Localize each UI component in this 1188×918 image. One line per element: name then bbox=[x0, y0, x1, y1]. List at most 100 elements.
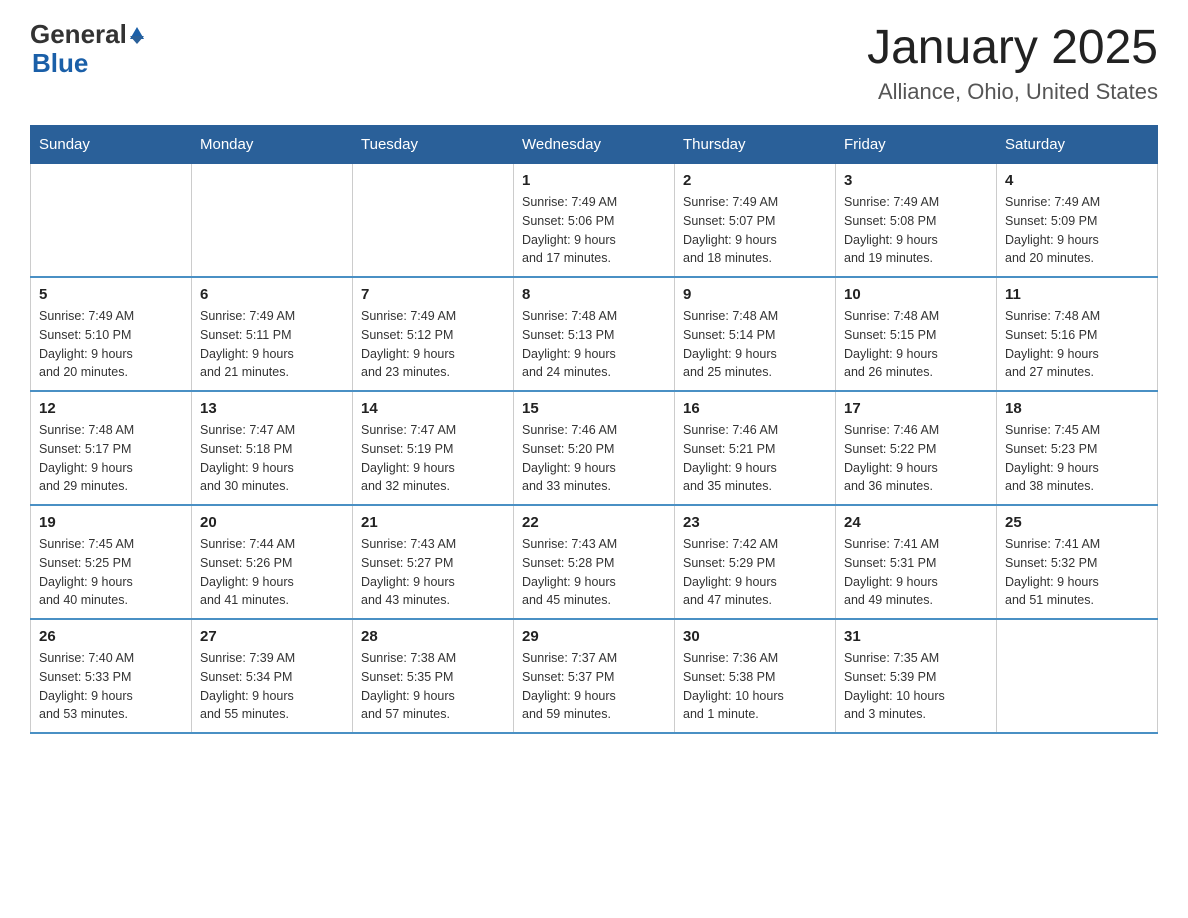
day-header-monday: Monday bbox=[192, 126, 353, 164]
day-number: 13 bbox=[200, 400, 344, 417]
calendar-cell: 10 Sunrise: 7:48 AM Sunset: 5:15 PM Dayli… bbox=[836, 277, 997, 391]
calendar-cell: 12Sunrise: 7:48 AM Sunset: 5:17 PM Dayli… bbox=[31, 391, 192, 505]
day-info: Sunrise: 7:45 AM Sunset: 5:25 PM Dayligh… bbox=[39, 535, 183, 610]
day-info: Sunrise: 7:48 AM Sunset: 5:16 PM Dayligh… bbox=[1005, 307, 1149, 382]
calendar-cell: 11 Sunrise: 7:48 AM Sunset: 5:16 PM Dayli… bbox=[997, 277, 1158, 391]
day-info: Sunrise: 7:40 AM Sunset: 5:33 PM Dayligh… bbox=[39, 649, 183, 724]
day-number: 7 bbox=[361, 286, 505, 303]
week-row-1: 1 Sunrise: 7:49 AM Sunset: 5:06 PM Daylig… bbox=[31, 164, 1158, 278]
day-header-thursday: Thursday bbox=[675, 126, 836, 164]
calendar-cell bbox=[353, 164, 514, 278]
day-number: 22 bbox=[522, 514, 666, 531]
day-info: Sunrise: 7:41 AM Sunset: 5:31 PM Dayligh… bbox=[844, 535, 988, 610]
calendar-cell: 26 Sunrise: 7:40 AM Sunset: 5:33 PM Dayli… bbox=[31, 619, 192, 733]
calendar-cell: 31 Sunrise: 7:35 AM Sunset: 5:39 PM Dayli… bbox=[836, 619, 997, 733]
day-info: Sunrise: 7:37 AM Sunset: 5:37 PM Dayligh… bbox=[522, 649, 666, 724]
logo-text-blue: Blue bbox=[32, 49, 144, 78]
day-info: Sunrise: 7:49 AM Sunset: 5:07 PM Dayligh… bbox=[683, 193, 827, 268]
day-info: Sunrise: 7:48 AM Sunset: 5:15 PM Dayligh… bbox=[844, 307, 988, 382]
day-number: 19 bbox=[39, 514, 183, 531]
logo-text-general: General bbox=[30, 20, 127, 49]
day-number: 4 bbox=[1005, 172, 1149, 189]
week-row-5: 26 Sunrise: 7:40 AM Sunset: 5:33 PM Dayli… bbox=[31, 619, 1158, 733]
calendar-cell: 8 Sunrise: 7:48 AM Sunset: 5:13 PM Daylig… bbox=[514, 277, 675, 391]
week-row-3: 12Sunrise: 7:48 AM Sunset: 5:17 PM Dayli… bbox=[31, 391, 1158, 505]
day-number: 25 bbox=[1005, 514, 1149, 531]
day-header-sunday: Sunday bbox=[31, 126, 192, 164]
calendar-cell: 28 Sunrise: 7:38 AM Sunset: 5:35 PM Dayli… bbox=[353, 619, 514, 733]
calendar-cell: 5 Sunrise: 7:49 AM Sunset: 5:10 PM Daylig… bbox=[31, 277, 192, 391]
day-info: Sunrise: 7:49 AM Sunset: 5:10 PM Dayligh… bbox=[39, 307, 183, 382]
calendar-cell: 29 Sunrise: 7:37 AM Sunset: 5:37 PM Dayli… bbox=[514, 619, 675, 733]
day-info: Sunrise: 7:43 AM Sunset: 5:27 PM Dayligh… bbox=[361, 535, 505, 610]
week-row-2: 5 Sunrise: 7:49 AM Sunset: 5:10 PM Daylig… bbox=[31, 277, 1158, 391]
day-number: 18 bbox=[1005, 400, 1149, 417]
day-number: 6 bbox=[200, 286, 344, 303]
day-number: 11 bbox=[1005, 286, 1149, 303]
day-header-wednesday: Wednesday bbox=[514, 126, 675, 164]
calendar-cell: 15 Sunrise: 7:46 AM Sunset: 5:20 PM Dayli… bbox=[514, 391, 675, 505]
day-info: Sunrise: 7:43 AM Sunset: 5:28 PM Dayligh… bbox=[522, 535, 666, 610]
day-number: 8 bbox=[522, 286, 666, 303]
calendar-cell: 9 Sunrise: 7:48 AM Sunset: 5:14 PM Daylig… bbox=[675, 277, 836, 391]
day-number: 15 bbox=[522, 400, 666, 417]
day-info: Sunrise: 7:44 AM Sunset: 5:26 PM Dayligh… bbox=[200, 535, 344, 610]
day-info: Sunrise: 7:47 AM Sunset: 5:18 PM Dayligh… bbox=[200, 421, 344, 496]
calendar-cell: 17 Sunrise: 7:46 AM Sunset: 5:22 PM Dayli… bbox=[836, 391, 997, 505]
calendar-cell: 14 Sunrise: 7:47 AM Sunset: 5:19 PM Dayli… bbox=[353, 391, 514, 505]
day-number: 21 bbox=[361, 514, 505, 531]
day-number: 14 bbox=[361, 400, 505, 417]
day-number: 31 bbox=[844, 628, 988, 645]
calendar-cell: 16 Sunrise: 7:46 AM Sunset: 5:21 PM Dayli… bbox=[675, 391, 836, 505]
calendar-cell: 2 Sunrise: 7:49 AM Sunset: 5:07 PM Daylig… bbox=[675, 164, 836, 278]
day-header-friday: Friday bbox=[836, 126, 997, 164]
day-number: 29 bbox=[522, 628, 666, 645]
day-info: Sunrise: 7:47 AM Sunset: 5:19 PM Dayligh… bbox=[361, 421, 505, 496]
calendar-cell: 7 Sunrise: 7:49 AM Sunset: 5:12 PM Daylig… bbox=[353, 277, 514, 391]
day-info: Sunrise: 7:46 AM Sunset: 5:20 PM Dayligh… bbox=[522, 421, 666, 496]
day-number: 9 bbox=[683, 286, 827, 303]
day-number: 2 bbox=[683, 172, 827, 189]
day-number: 5 bbox=[39, 286, 183, 303]
day-info: Sunrise: 7:36 AM Sunset: 5:38 PM Dayligh… bbox=[683, 649, 827, 724]
calendar-cell: 22 Sunrise: 7:43 AM Sunset: 5:28 PM Dayli… bbox=[514, 505, 675, 619]
day-info: Sunrise: 7:46 AM Sunset: 5:22 PM Dayligh… bbox=[844, 421, 988, 496]
calendar-table: SundayMondayTuesdayWednesdayThursdayFrid… bbox=[30, 125, 1158, 734]
day-number: 23 bbox=[683, 514, 827, 531]
calendar-cell: 21 Sunrise: 7:43 AM Sunset: 5:27 PM Dayli… bbox=[353, 505, 514, 619]
day-info: Sunrise: 7:41 AM Sunset: 5:32 PM Dayligh… bbox=[1005, 535, 1149, 610]
day-info: Sunrise: 7:38 AM Sunset: 5:35 PM Dayligh… bbox=[361, 649, 505, 724]
day-info: Sunrise: 7:48 AM Sunset: 5:14 PM Dayligh… bbox=[683, 307, 827, 382]
calendar-cell: 24Sunrise: 7:41 AM Sunset: 5:31 PM Dayli… bbox=[836, 505, 997, 619]
day-info: Sunrise: 7:35 AM Sunset: 5:39 PM Dayligh… bbox=[844, 649, 988, 724]
day-header-tuesday: Tuesday bbox=[353, 126, 514, 164]
day-number: 30 bbox=[683, 628, 827, 645]
day-header-saturday: Saturday bbox=[997, 126, 1158, 164]
day-number: 10 bbox=[844, 286, 988, 303]
day-number: 16 bbox=[683, 400, 827, 417]
day-number: 27 bbox=[200, 628, 344, 645]
page-header: General Blue January 2025 Alliance, Ohio… bbox=[30, 20, 1158, 105]
week-row-4: 19 Sunrise: 7:45 AM Sunset: 5:25 PM Dayli… bbox=[31, 505, 1158, 619]
day-number: 1 bbox=[522, 172, 666, 189]
day-info: Sunrise: 7:46 AM Sunset: 5:21 PM Dayligh… bbox=[683, 421, 827, 496]
calendar-title: January 2025 bbox=[867, 20, 1158, 75]
calendar-cell: 4 Sunrise: 7:49 AM Sunset: 5:09 PM Daylig… bbox=[997, 164, 1158, 278]
day-info: Sunrise: 7:49 AM Sunset: 5:06 PM Dayligh… bbox=[522, 193, 666, 268]
day-number: 3 bbox=[844, 172, 988, 189]
day-info: Sunrise: 7:49 AM Sunset: 5:12 PM Dayligh… bbox=[361, 307, 505, 382]
day-number: 28 bbox=[361, 628, 505, 645]
day-number: 17 bbox=[844, 400, 988, 417]
day-info: Sunrise: 7:49 AM Sunset: 5:09 PM Dayligh… bbox=[1005, 193, 1149, 268]
day-info: Sunrise: 7:49 AM Sunset: 5:11 PM Dayligh… bbox=[200, 307, 344, 382]
calendar-cell: 23Sunrise: 7:42 AM Sunset: 5:29 PM Dayli… bbox=[675, 505, 836, 619]
calendar-cell: 30 Sunrise: 7:36 AM Sunset: 5:38 PM Dayli… bbox=[675, 619, 836, 733]
title-section: January 2025 Alliance, Ohio, United Stat… bbox=[867, 20, 1158, 105]
day-number: 26 bbox=[39, 628, 183, 645]
day-number: 12 bbox=[39, 400, 183, 417]
day-info: Sunrise: 7:48 AM Sunset: 5:13 PM Dayligh… bbox=[522, 307, 666, 382]
calendar-cell bbox=[997, 619, 1158, 733]
calendar-cell: 6 Sunrise: 7:49 AM Sunset: 5:11 PM Daylig… bbox=[192, 277, 353, 391]
logo: General Blue bbox=[30, 20, 144, 77]
day-info: Sunrise: 7:39 AM Sunset: 5:34 PM Dayligh… bbox=[200, 649, 344, 724]
